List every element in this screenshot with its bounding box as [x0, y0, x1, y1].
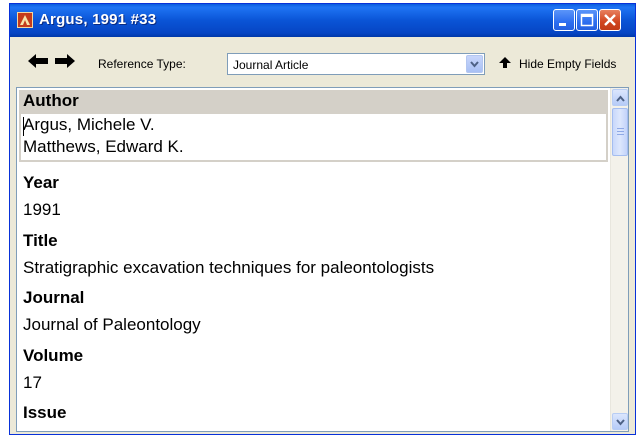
- reference-fields-panel: Author Argus, Michele V. Matthews, Edwar…: [16, 87, 629, 432]
- journal-label: Journal: [23, 288, 85, 307]
- maximize-button[interactable]: [576, 9, 598, 31]
- author-value-2: Matthews, Edward K.: [23, 137, 184, 156]
- minimize-icon: [559, 23, 566, 26]
- arrow-right-icon[interactable]: [54, 53, 76, 69]
- year-label: Year: [23, 173, 59, 192]
- dropdown-button[interactable]: [466, 55, 483, 73]
- text-caret: [23, 117, 24, 136]
- maximize-icon: [580, 13, 594, 27]
- endnote-app-icon: [17, 12, 33, 28]
- issue-label: Issue: [23, 403, 67, 422]
- grip-line: [617, 131, 624, 132]
- reference-type-value: Journal Article: [233, 58, 309, 72]
- close-icon: [604, 14, 616, 26]
- reference-type-label: Reference Type:: [98, 57, 186, 71]
- arrow-left-icon[interactable]: [27, 53, 49, 69]
- year-value[interactable]: 1991: [23, 200, 61, 220]
- arrow-up-icon: [499, 57, 511, 68]
- volume-value[interactable]: 17: [23, 373, 42, 393]
- title-label: Title: [23, 231, 58, 250]
- title-value[interactable]: Stratigraphic excavation techniques for …: [23, 258, 434, 278]
- author-label: Author: [23, 91, 79, 110]
- title-bar[interactable]: Argus, 1991 #33: [10, 4, 635, 37]
- scroll-thumb[interactable]: [612, 108, 628, 156]
- scroll-up-button[interactable]: [612, 89, 628, 106]
- toolbar: Reference Type: Journal Article Hide Emp…: [14, 41, 631, 84]
- window-title: Argus, 1991 #33: [39, 11, 157, 28]
- grip-line: [617, 134, 624, 135]
- hide-empty-fields-label: Hide Empty Fields: [519, 57, 617, 71]
- chevron-down-icon: [616, 419, 625, 426]
- scroll-down-button[interactable]: [612, 413, 628, 430]
- reference-type-select[interactable]: Journal Article: [227, 53, 485, 75]
- volume-label: Volume: [23, 346, 84, 365]
- minimize-button[interactable]: [553, 9, 575, 31]
- author-value-1: Argus, Michele V.: [23, 115, 155, 134]
- chevron-down-icon: [470, 61, 479, 68]
- grip-line: [617, 128, 624, 129]
- chevron-up-icon: [616, 95, 625, 102]
- vertical-scrollbar[interactable]: [610, 88, 628, 431]
- reference-window: Argus, 1991 #33 Reference Type: Journal …: [9, 3, 636, 435]
- journal-value[interactable]: Journal of Paleontology: [23, 315, 201, 335]
- close-button[interactable]: [599, 9, 621, 31]
- author-field-header: [19, 90, 608, 112]
